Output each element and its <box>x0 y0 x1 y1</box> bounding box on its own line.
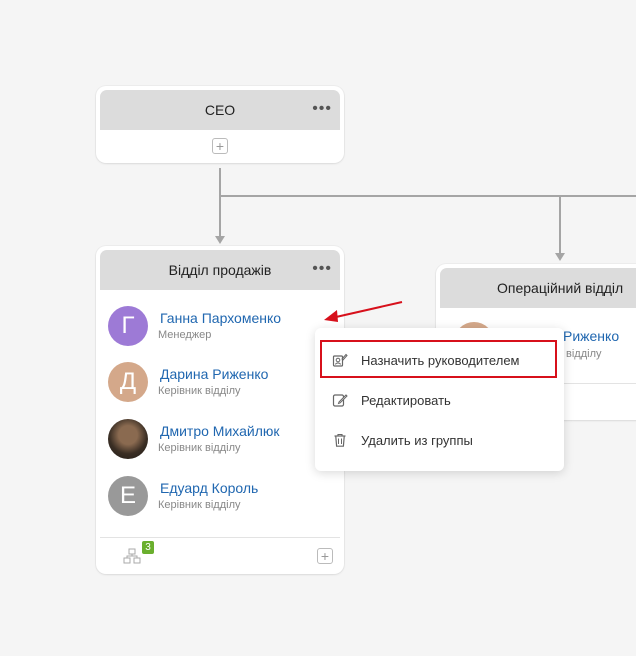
ceo-add-icon[interactable]: + <box>212 138 228 154</box>
avatar: Г <box>108 306 148 346</box>
member-name[interactable]: Дмитро Михайлюк <box>160 423 280 440</box>
member-item[interactable]: Д Дарина Риженко Керівник відділу <box>108 360 268 404</box>
edit-icon <box>331 391 349 409</box>
connector-ops-down <box>559 195 561 255</box>
connector-arrowhead-ops <box>555 253 565 261</box>
member-item[interactable]: Г Ганна Пархоменко Менеджер <box>108 304 281 348</box>
member-role: Керівник відділу <box>158 442 241 454</box>
connector-horizontal <box>219 195 636 197</box>
avatar-photo <box>108 419 148 459</box>
member-item[interactable]: Е Едуард Король Керівник відділу <box>108 474 258 518</box>
sales-card-menu-icon[interactable]: ••• <box>312 261 332 277</box>
annotation-arrow-icon <box>324 301 403 322</box>
sales-card-header: Відділ продажів ••• <box>100 250 340 290</box>
ops-card-header: Операційний відділ <box>440 268 636 308</box>
menu-item-label: Удалить из группы <box>361 432 473 448</box>
menu-item-label: Редактировать <box>361 392 451 408</box>
avatar: Е <box>108 476 148 516</box>
ops-card-title: Операційний відділ <box>497 280 624 296</box>
sales-add-icon[interactable]: + <box>317 548 333 564</box>
ceo-card-menu-icon[interactable]: ••• <box>312 101 332 117</box>
subgroups-icon[interactable] <box>123 548 141 564</box>
card-divider <box>100 537 340 538</box>
ceo-card-title: CEO <box>204 102 236 118</box>
member-item[interactable]: Дмитро Михайлюк Керівник відділу <box>108 417 280 461</box>
menu-item-remove[interactable]: Удалить из группы <box>315 423 564 457</box>
sales-card-title: Відділ продажів <box>168 262 272 278</box>
avatar: Д <box>108 362 148 402</box>
trash-icon <box>331 431 349 449</box>
sales-card: Відділ продажів ••• Г Ганна Пархоменко М… <box>96 246 344 574</box>
menu-item-edit[interactable]: Редактировать <box>315 383 564 417</box>
subgroups-count-badge: 3 <box>142 541 154 554</box>
member-role: Керівник відділу <box>158 499 241 511</box>
highlight-box <box>320 340 557 378</box>
member-name[interactable]: Риженко <box>563 328 619 344</box>
connector-arrowhead-sales <box>215 236 225 244</box>
member-name[interactable]: Ганна Пархоменко <box>160 310 281 327</box>
ceo-card-header: CEO ••• <box>100 90 340 130</box>
ceo-card: CEO ••• + <box>96 86 344 163</box>
member-role: відділу <box>566 348 602 360</box>
member-name[interactable]: Дарина Риженко <box>160 366 268 383</box>
member-role: Менеджер <box>158 329 212 341</box>
member-name[interactable]: Едуард Король <box>160 480 258 497</box>
member-role: Керівник відділу <box>158 385 241 397</box>
connector-ceo-down <box>219 168 221 238</box>
